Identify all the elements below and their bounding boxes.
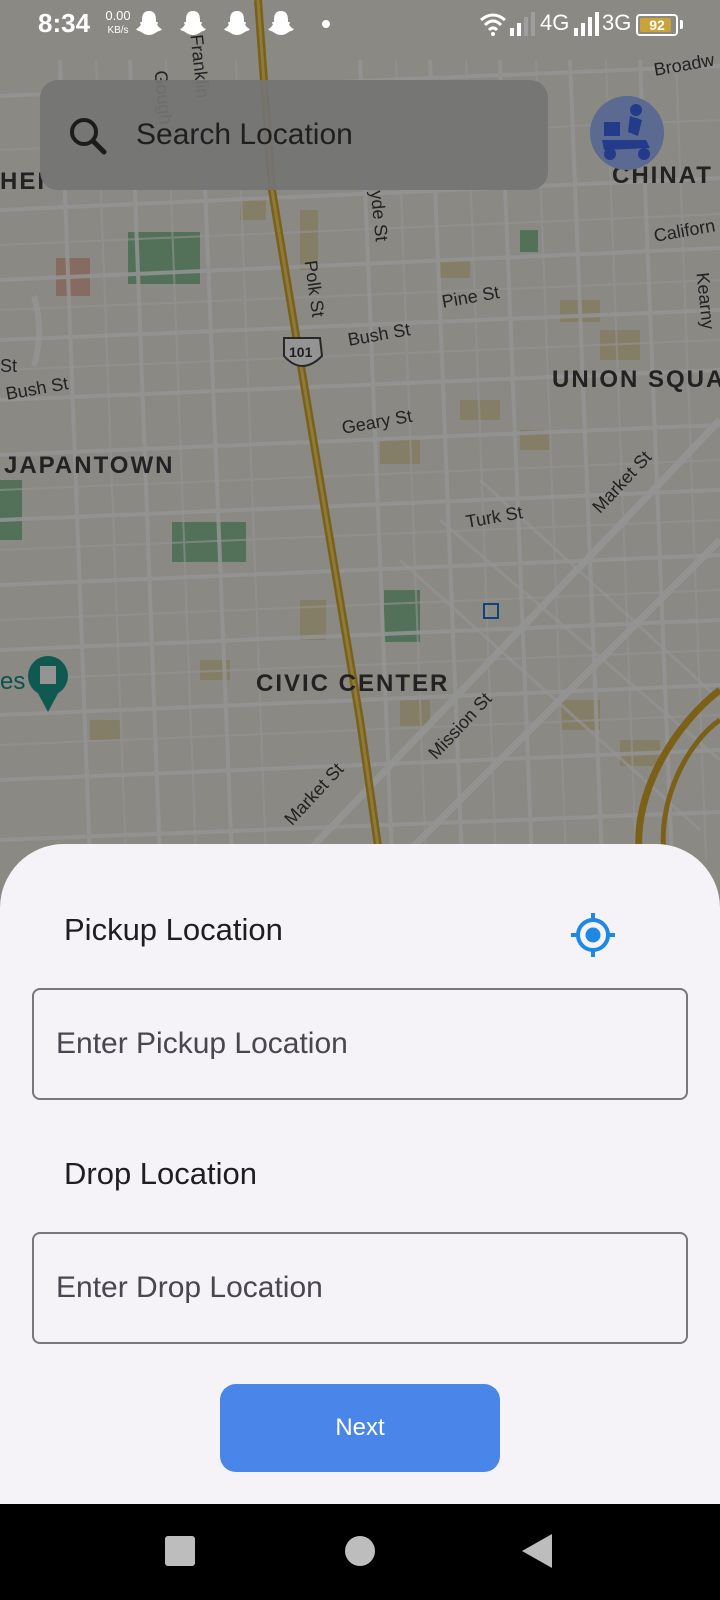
snapchat-icon xyxy=(224,11,250,35)
home-icon[interactable] xyxy=(345,1536,375,1566)
dot-icon xyxy=(322,20,330,28)
battery-tip xyxy=(680,20,683,29)
snapchat-icon xyxy=(180,11,206,35)
location-sheet: Pickup Location Drop Location Next xyxy=(0,844,720,1504)
recents-icon[interactable] xyxy=(165,1536,195,1566)
battery-icon: 92 xyxy=(636,14,678,36)
search-bar[interactable] xyxy=(40,80,548,190)
status-bar: 8:34 0.00 KB/s 4G 3G 92 xyxy=(0,0,720,48)
snapchat-icon xyxy=(268,11,294,35)
drop-label: Drop Location xyxy=(64,1156,258,1191)
back-icon[interactable] xyxy=(522,1534,552,1568)
avatar[interactable] xyxy=(590,96,664,170)
pickup-label: Pickup Location xyxy=(64,912,283,947)
network-type-label: 3G xyxy=(602,10,632,35)
search-input[interactable] xyxy=(136,110,526,160)
network-speed: 0.00 KB/s xyxy=(98,8,138,38)
signal-icon xyxy=(574,12,599,36)
network-type-label: 4G xyxy=(540,10,570,35)
drop-location-input[interactable] xyxy=(32,1232,688,1344)
delivery-scooter-icon xyxy=(590,96,664,170)
wifi-icon xyxy=(480,13,506,36)
network-speed-value: 0.00 xyxy=(105,8,131,23)
next-button[interactable]: Next xyxy=(220,1384,500,1472)
navigation-bar xyxy=(0,1504,720,1600)
status-time: 8:34 xyxy=(38,8,91,38)
pickup-location-input[interactable] xyxy=(32,988,688,1100)
my-location-icon[interactable] xyxy=(570,912,616,958)
search-icon[interactable] xyxy=(66,114,110,158)
network-speed-unit: KB/s xyxy=(107,25,129,36)
snapchat-icon xyxy=(136,11,162,35)
signal-icon xyxy=(510,12,535,36)
battery-level-text: 92 xyxy=(649,17,665,33)
